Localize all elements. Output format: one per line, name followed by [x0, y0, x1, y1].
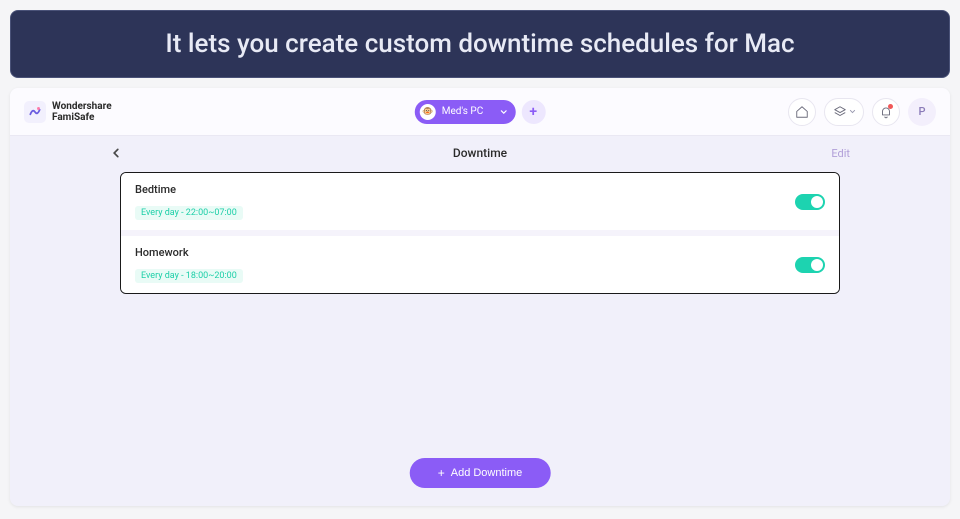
profile-button[interactable]: P [908, 98, 936, 126]
schedule-toggle[interactable] [795, 194, 825, 210]
home-icon [795, 105, 809, 119]
schedule-info: Bedtime Every day - 22:00~07:00 [135, 183, 243, 220]
chevron-down-icon [499, 108, 507, 116]
device-avatar-icon: 🐵 [420, 104, 436, 120]
notifications-button[interactable] [872, 98, 900, 126]
schedule-recurrence: Every day - 22:00~07:00 [135, 206, 243, 220]
plus-icon: + [438, 467, 445, 479]
plus-icon: + [529, 104, 537, 120]
back-button[interactable] [110, 144, 122, 163]
add-downtime-button[interactable]: + Add Downtime [410, 458, 551, 488]
chevron-down-icon [849, 108, 856, 115]
notification-dot-icon [888, 104, 893, 109]
schedule-name: Bedtime [135, 183, 243, 196]
chevron-left-icon [110, 147, 122, 159]
brand-text: Wondershare FamiSafe [52, 101, 112, 123]
brand-line1: Wondershare [52, 101, 112, 112]
page-title: Downtime [110, 146, 850, 160]
promo-banner: It lets you create custom downtime sched… [10, 10, 950, 78]
home-button[interactable] [788, 98, 816, 126]
edit-button[interactable]: Edit [831, 147, 850, 160]
add-device-button[interactable]: + [521, 100, 545, 124]
device-selector: 🐵 Med's PC + [415, 100, 546, 124]
schedule-toggle[interactable] [795, 257, 825, 273]
schedule-panel: Bedtime Every day - 22:00~07:00 Homework… [120, 172, 840, 294]
schedule-item[interactable]: Bedtime Every day - 22:00~07:00 [121, 173, 839, 230]
schedule-item[interactable]: Homework Every day - 18:00~20:00 [121, 230, 839, 293]
schedule-recurrence: Every day - 18:00~20:00 [135, 269, 243, 283]
topbar-right: P [788, 98, 936, 126]
schedule-name: Homework [135, 246, 243, 259]
brand-logo-icon [24, 101, 46, 123]
device-name: Med's PC [442, 106, 484, 117]
app-window: Wondershare FamiSafe 🐵 Med's PC + [10, 88, 950, 506]
page-header: Downtime Edit [10, 136, 950, 170]
layers-icon [833, 105, 847, 119]
schedule-info: Homework Every day - 18:00~20:00 [135, 246, 243, 283]
topbar: Wondershare FamiSafe 🐵 Med's PC + [10, 88, 950, 136]
brand-line2: FamiSafe [52, 112, 112, 123]
device-pill[interactable]: 🐵 Med's PC [415, 100, 516, 124]
layers-button[interactable] [824, 98, 864, 126]
brand: Wondershare FamiSafe [24, 101, 112, 123]
add-downtime-label: Add Downtime [451, 467, 523, 479]
